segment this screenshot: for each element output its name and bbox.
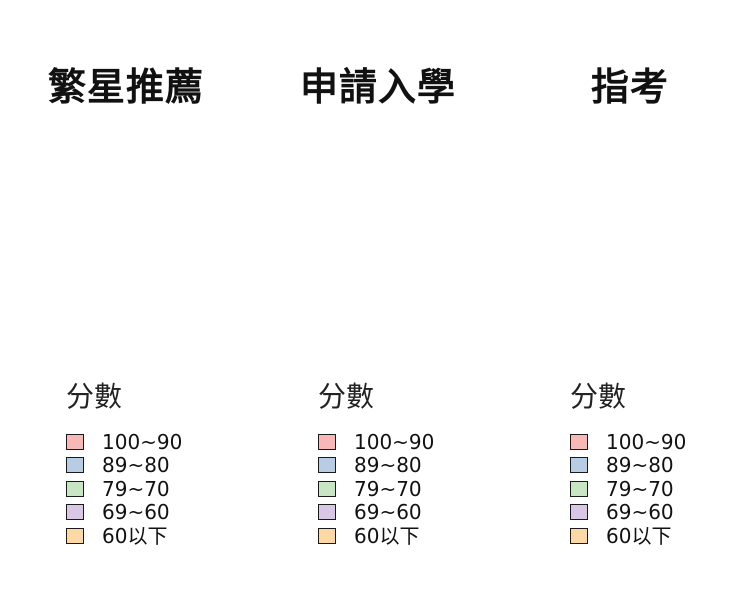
legend-list: 100~90 89~80 79~70 69~60 60以下 [66, 430, 236, 548]
legend-title: 分數 [570, 380, 627, 413]
legend-item: 89~80 [570, 454, 740, 478]
legend-label: 89~80 [354, 453, 422, 478]
legend-item: 89~80 [318, 454, 488, 478]
legend-label: 69~60 [354, 500, 422, 525]
legend-swatch [570, 457, 588, 474]
legend-item: 89~80 [66, 454, 236, 478]
legend-swatch [66, 527, 84, 544]
legend-label: 60以下 [102, 523, 168, 548]
score-legend: 分數 100~90 89~80 79~70 69~60 60以下 [66, 378, 236, 548]
legend-item: 79~70 [570, 477, 740, 501]
legend-swatch [318, 527, 336, 544]
legend-label: 79~70 [606, 476, 674, 501]
legend-item: 69~60 [318, 501, 488, 525]
legend-swatch [66, 504, 84, 521]
legend-label: 69~60 [102, 500, 170, 525]
legend-label: 89~80 [606, 453, 674, 478]
legend-swatch [66, 457, 84, 474]
legend-swatch [66, 433, 84, 450]
legend-label: 100~90 [102, 429, 183, 454]
column-title: 指考 [590, 65, 669, 110]
legend-swatch [570, 480, 588, 497]
legend-swatch [318, 504, 336, 521]
legend-label: 79~70 [102, 476, 170, 501]
legend-swatch [570, 527, 588, 544]
legend-label: 100~90 [606, 429, 687, 454]
legend-swatch [570, 433, 588, 450]
legend-item: 60以下 [66, 524, 236, 548]
column-title: 申請入學 [299, 65, 456, 110]
legend-label: 100~90 [354, 429, 435, 454]
legend-item: 60以下 [570, 524, 740, 548]
column-star-recommendation: 繁星推薦 分數 100~90 89~80 79~70 69~60 60以下 [0, 0, 252, 600]
score-legend: 分數 100~90 89~80 79~70 69~60 60以下 [318, 378, 488, 548]
legend-item: 69~60 [66, 501, 236, 525]
legend-item: 69~60 [570, 501, 740, 525]
legend-label: 60以下 [606, 523, 672, 548]
column-title: 繁星推薦 [47, 65, 204, 110]
score-legend: 分數 100~90 89~80 79~70 69~60 60以下 [570, 378, 740, 548]
legend-list: 100~90 89~80 79~70 69~60 60以下 [318, 430, 488, 548]
legend-swatch [318, 433, 336, 450]
legend-list: 100~90 89~80 79~70 69~60 60以下 [570, 430, 740, 548]
legend-item: 100~90 [570, 430, 740, 454]
legend-title: 分數 [66, 380, 123, 413]
legend-item: 100~90 [66, 430, 236, 454]
legend-swatch [66, 480, 84, 497]
legend-label: 69~60 [606, 500, 674, 525]
legend-item: 79~70 [66, 477, 236, 501]
legend-item: 100~90 [318, 430, 488, 454]
legend-swatch [318, 480, 336, 497]
legend-item: 79~70 [318, 477, 488, 501]
legend-swatch [318, 457, 336, 474]
legend-swatch [570, 504, 588, 521]
legend-title: 分數 [318, 380, 375, 413]
legend-label: 60以下 [354, 523, 420, 548]
legend-label: 79~70 [354, 476, 422, 501]
column-application-admission: 申請入學 分數 100~90 89~80 79~70 69~60 60以下 [252, 0, 504, 600]
column-designated-exam: 指考 分數 100~90 89~80 79~70 69~60 60以下 [504, 0, 756, 600]
legend-label: 89~80 [102, 453, 170, 478]
legend-item: 60以下 [318, 524, 488, 548]
